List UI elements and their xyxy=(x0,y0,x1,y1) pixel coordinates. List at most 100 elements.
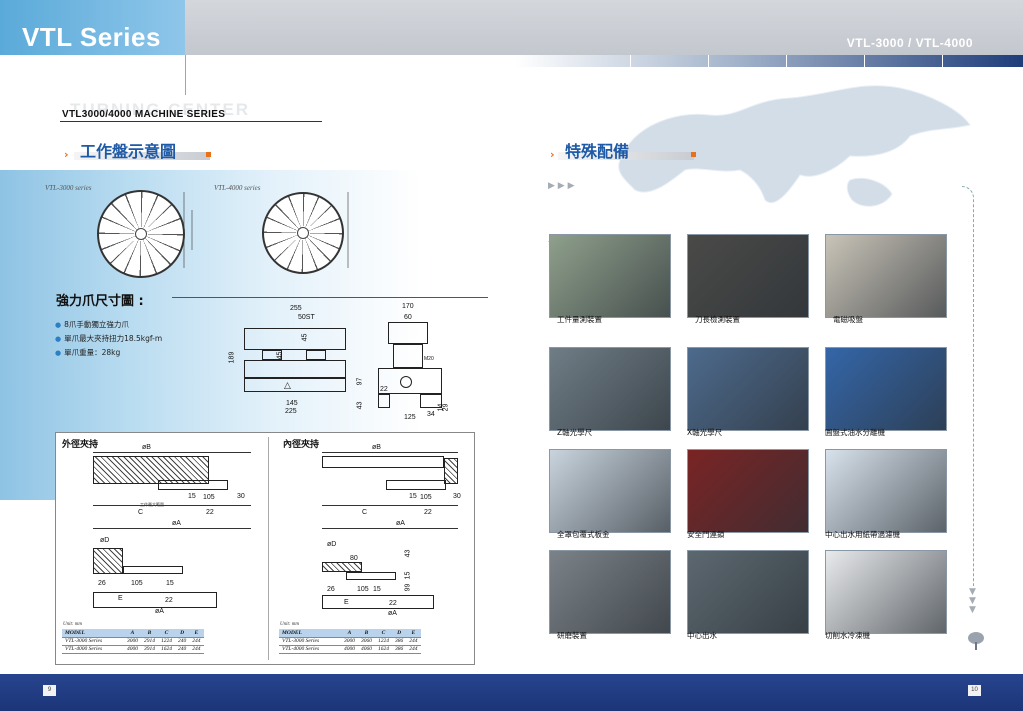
inner-spec-table: MODEL A B C D E VTL-3000 Series 3000 306… xyxy=(279,629,421,654)
dim-label: øA xyxy=(172,520,181,527)
dim-label: C xyxy=(138,509,144,516)
accessory-caption: 電磁吸盤 xyxy=(833,315,863,324)
table-header-row: MODEL A B C D E xyxy=(62,629,204,638)
jaw-side-body xyxy=(244,360,346,378)
page-number-left: 9 xyxy=(43,685,56,696)
accessory-photo xyxy=(687,234,809,318)
inner-clamping-title: 內徑夾持 xyxy=(283,440,320,450)
accessory-caption: 安全門連鎖 xyxy=(687,530,725,539)
dim-label: øA xyxy=(388,610,397,617)
dim-label: 45 xyxy=(276,351,284,360)
accessory-photo xyxy=(825,550,947,634)
unit-label: Unit: mm xyxy=(280,622,300,627)
dim-line xyxy=(322,528,458,529)
table-outline xyxy=(93,592,217,608)
dim-label: 22 xyxy=(424,509,432,516)
dim-line xyxy=(93,505,251,506)
accessory-photo xyxy=(825,449,947,533)
chuck-dim-lines xyxy=(183,192,193,268)
bullet-item: ● 單爪最大夾持扭力18.5kgf-m xyxy=(55,334,163,343)
jaw-side-step xyxy=(306,350,326,360)
dim-label: 15 xyxy=(188,493,196,500)
dashed-connector xyxy=(962,186,974,586)
accessory-item: 工件量測裝置 xyxy=(549,234,671,324)
strip-divider xyxy=(864,55,865,67)
jaw-side-top xyxy=(244,328,346,350)
dim-label: 80 xyxy=(350,555,358,562)
dim-line xyxy=(322,452,458,453)
jaw-outline xyxy=(386,480,446,490)
accessory-caption: 工件量測裝置 xyxy=(557,315,602,324)
accessory-item: 安全門連鎖 xyxy=(687,449,809,539)
accessory-photo xyxy=(687,347,809,431)
bolt-circle xyxy=(400,376,412,388)
accessory-item: 研磨裝置 xyxy=(549,550,671,640)
orange-marker xyxy=(206,152,211,157)
accessory-photo xyxy=(687,449,809,533)
accessory-caption: 全罩包覆式板金 xyxy=(557,530,610,539)
accessory-caption: 切削水冷凍機 xyxy=(825,631,870,640)
dim-label: 60 xyxy=(404,314,412,321)
dim-label: 45 xyxy=(301,333,309,342)
workpiece-outline xyxy=(322,456,444,468)
accessory-caption: Z軸光學尺 xyxy=(557,428,593,437)
triangle-icon: △ xyxy=(284,381,291,391)
accessory-item: 電磁吸盤 xyxy=(825,234,947,324)
workpiece-hatch xyxy=(93,548,123,574)
series-rule xyxy=(60,121,322,122)
dim-label: 43 xyxy=(356,401,364,410)
bullet-item: ● 單爪重量：28kg xyxy=(55,348,121,357)
bullet-dot-icon: ● xyxy=(55,321,62,329)
header-gradient-strip xyxy=(515,55,1023,67)
page-number-right: 10 xyxy=(968,685,981,696)
strip-divider xyxy=(786,55,787,67)
chevron-right-icon: › xyxy=(64,148,69,161)
dim-label: øD xyxy=(327,541,337,548)
dim-label: 22 xyxy=(206,509,214,516)
outer-clamping-title: 外徑夾持 xyxy=(62,440,99,450)
section-title-accessories: 特殊配備 xyxy=(565,142,630,161)
dim-label: 105 xyxy=(131,580,143,587)
accessory-item: 中心出水 xyxy=(687,550,809,640)
accessory-photo xyxy=(549,347,671,431)
dim-label: 15 xyxy=(404,571,412,580)
world-map-graphic xyxy=(618,85,971,207)
accessory-caption: 研磨裝置 xyxy=(557,631,587,640)
strong-jaw-rule xyxy=(172,297,488,298)
workpiece-hatch xyxy=(444,458,458,484)
bullet-dot-icon: ● xyxy=(55,349,62,357)
dim-label: 29 xyxy=(442,403,450,412)
dim-line xyxy=(93,452,251,453)
panel-divider xyxy=(268,437,269,660)
arrow-right-icon: ▶ ▶ ▶ xyxy=(548,181,575,191)
dim-label: 26 xyxy=(98,580,106,587)
accessory-caption: 中心出水用紙帶過濾機 xyxy=(825,530,900,539)
dim-label: øA xyxy=(396,520,405,527)
model-title: VTL-3000 / VTL-4000 xyxy=(846,36,973,50)
dim-label: øB xyxy=(142,444,151,451)
dim-label: 34 xyxy=(427,411,435,418)
strong-jaw-title: 強力爪尺寸圖 : xyxy=(56,294,144,309)
table-row: VTL-4000 Series 4000 3914 1624 240 244 xyxy=(62,645,204,654)
strip-divider xyxy=(630,55,631,67)
chuck-dim-lines xyxy=(347,192,349,268)
accessory-caption: 刀長檢測裝置 xyxy=(695,315,740,324)
dim-label: 105 xyxy=(420,494,432,501)
strip-divider xyxy=(942,55,943,67)
dim-label: 225 xyxy=(285,408,297,415)
dim-label: 170 xyxy=(402,303,414,310)
accessory-item: 中心出水用紙帶過濾機 xyxy=(825,449,947,539)
dim-line xyxy=(322,505,458,506)
dim-label: øA xyxy=(155,608,164,615)
jaw-outline xyxy=(346,572,396,580)
dim-label: 43 xyxy=(404,549,412,558)
jaw-front-top xyxy=(388,322,428,344)
bullet-item: ● 8爪手動獨立強力爪 xyxy=(55,320,129,329)
dim-label: 97 xyxy=(356,377,364,386)
dim-label: 26 xyxy=(327,586,335,593)
series-heading: VTL3000/4000 MACHINE SERIES xyxy=(62,109,226,120)
table-row: VTL-3000 Series 3000 3060 1224 386 244 xyxy=(279,637,421,646)
jaw-side-base xyxy=(244,378,346,392)
accessory-photo xyxy=(549,449,671,533)
accessory-photo xyxy=(825,234,947,318)
